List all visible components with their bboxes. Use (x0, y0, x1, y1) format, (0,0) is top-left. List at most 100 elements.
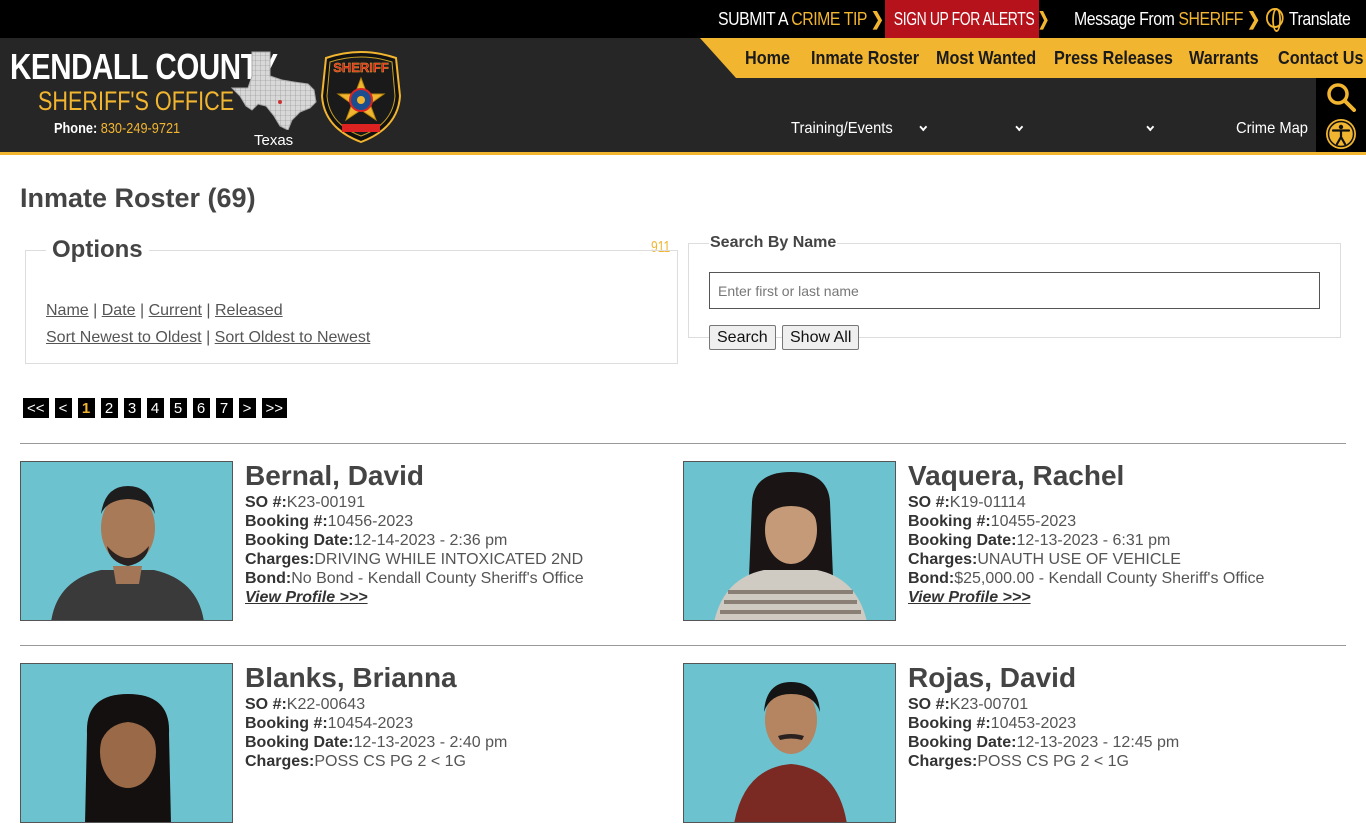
page-title: Inmate Roster (69) (20, 183, 256, 213)
bond-value: $25,000.00 - Kendall County Sheriff's Of… (954, 570, 1265, 587)
page-7[interactable]: 7 (214, 397, 234, 419)
sort-newest-link[interactable]: Sort Newest to Oldest (46, 329, 202, 346)
sort-by-links: Name | Date | Current | Released (46, 302, 283, 319)
nav-warrants[interactable]: Warrants (1189, 38, 1259, 78)
booking-date-value: 12-13-2023 - 6:31 pm (1016, 532, 1171, 549)
search-icon[interactable] (1326, 82, 1356, 112)
search-button[interactable]: Search (709, 325, 776, 350)
search-legend: Search By Name (710, 234, 837, 251)
nav-inmate-roster[interactable]: Inmate Roster (811, 38, 919, 78)
inmate-info: Vaquera, Rachel SO #:K19-01114 Booking #… (908, 461, 1348, 607)
chevron-right-icon: ❯ (870, 9, 884, 29)
filter-current-link[interactable]: Current (149, 302, 202, 319)
booking-date-value: 12-14-2023 - 2:36 pm (353, 532, 508, 549)
mugshot-photo[interactable] (683, 461, 896, 621)
options-panel: Options Name | Date | Current | Released… (25, 236, 678, 364)
view-profile-link[interactable]: View Profile >>> (245, 589, 368, 606)
nav-history[interactable]: History (915, 120, 957, 257)
page-2[interactable]: 2 (99, 397, 119, 419)
inmate-card: Bernal, David SO #:K23-00191 Booking #:1… (20, 461, 680, 631)
sheriff-badge-logo[interactable]: SHERIFF (318, 48, 404, 144)
page-first[interactable]: << (22, 397, 50, 419)
page-3[interactable]: 3 (122, 397, 142, 419)
brand-phone: Phone: 830-249-9721 (54, 120, 180, 137)
nav-most-wanted[interactable]: Most Wanted (936, 38, 1036, 78)
phone-number[interactable]: 830-249-9721 (101, 120, 180, 137)
booking-date-value: 12-13-2023 - 12:45 pm (1016, 734, 1180, 751)
booking-label: Booking #: (908, 513, 991, 530)
submit-crime-tip-link[interactable]: SUBMIT A CRIME TIP ❯ (718, 0, 884, 38)
booking-date-label: Booking Date: (908, 532, 1017, 549)
accessibility-icon[interactable] (1325, 118, 1357, 150)
so-label: SO #: (245, 696, 287, 713)
booking-value: 10453-2023 (990, 715, 1077, 732)
charges-label: Charges: (908, 753, 978, 770)
main-nav: Home Inmate Roster Most Wanted Press Rel… (700, 38, 1366, 78)
nav-contact-us[interactable]: Contact Us (1278, 38, 1364, 78)
booking-date-label: Booking Date: (908, 734, 1017, 751)
charges-label: Charges: (908, 551, 978, 568)
booking-value: 10456-2023 (327, 513, 414, 530)
options-legend: Options (52, 236, 143, 263)
chevron-right-icon: ❯ (1037, 9, 1050, 29)
nav-services[interactable]: Services (1142, 120, 1194, 257)
translate-label: Translate (1288, 9, 1351, 29)
nav-home[interactable]: Home (745, 38, 790, 78)
sort-name-link[interactable]: Name (46, 302, 89, 319)
page-4[interactable]: 4 (145, 397, 165, 419)
page-prev[interactable]: < (53, 397, 73, 419)
mugshot-photo[interactable] (20, 663, 233, 823)
sort-oldest-link[interactable]: Sort Oldest to Newest (215, 329, 371, 346)
chevron-down-icon (919, 122, 928, 132)
alerts-label: SIGN UP FOR ALERTS (893, 9, 1035, 29)
inmate-name[interactable]: Vaquera, Rachel (908, 461, 1348, 493)
inmate-card: Vaquera, Rachel SO #:K19-01114 Booking #… (683, 461, 1343, 631)
pagination: << < 1 2 3 4 5 6 7 > >> (22, 397, 289, 419)
translate-link[interactable]: Translate (1266, 0, 1351, 38)
page-5[interactable]: 5 (168, 397, 188, 419)
charges-value: UNAUTH USE OF VEHICLE (977, 551, 1181, 568)
view-profile-link[interactable]: View Profile >>> (908, 589, 1031, 606)
sort-date-link[interactable]: Date (102, 302, 136, 319)
globe-icon (1266, 8, 1284, 33)
booking-label: Booking #: (245, 513, 328, 530)
name-search-input[interactable] (709, 272, 1320, 309)
filter-released-link[interactable]: Released (215, 302, 283, 319)
show-all-button[interactable]: Show All (782, 325, 860, 350)
brand-subtitle: SHERIFF'S OFFICE (38, 86, 235, 116)
crime-tip-prefix: SUBMIT A (718, 9, 792, 29)
page-1[interactable]: 1 (76, 397, 96, 419)
chevron-down-icon (1146, 122, 1155, 132)
nav-press-releases[interactable]: Press Releases (1054, 38, 1173, 78)
charges-value: POSS CS PG 2 < 1G (314, 753, 466, 770)
message-highlight: SHERIFF (1178, 9, 1244, 29)
so-value: K22-00643 (286, 696, 366, 713)
nav-training-events[interactable]: Training/Events (791, 120, 893, 138)
search-panel: Search By Name Search Show All (688, 234, 1341, 350)
header-divider (0, 152, 1366, 155)
inmate-name[interactable]: Bernal, David (245, 461, 685, 493)
charges-label: Charges: (245, 551, 315, 568)
chevron-right-icon: ❯ (1246, 9, 1260, 29)
so-label: SO #: (245, 494, 287, 511)
mugshot-photo[interactable] (20, 461, 233, 621)
nav-departments[interactable]: Departments (1011, 120, 1089, 257)
booking-label: Booking #: (908, 715, 991, 732)
page-next[interactable]: > (237, 397, 257, 419)
inmate-name[interactable]: Blanks, Brianna (245, 663, 685, 695)
booking-value: 10454-2023 (327, 715, 414, 732)
chevron-down-icon (1015, 122, 1024, 132)
nav-crime-map[interactable]: Crime Map (1236, 120, 1308, 138)
divider (20, 645, 1346, 646)
mugshot-photo[interactable] (683, 663, 896, 823)
booking-date-label: Booking Date: (245, 734, 354, 751)
texas-label: Texas (254, 132, 294, 149)
booking-value: 10455-2023 (990, 513, 1077, 530)
sign-up-alerts-link[interactable]: SIGN UP FOR ALERTS ❯ (885, 0, 1049, 38)
inmate-name[interactable]: Rojas, David (908, 663, 1348, 695)
page-last[interactable]: >> (260, 397, 289, 419)
page-6[interactable]: 6 (191, 397, 211, 419)
bond-label: Bond: (245, 570, 292, 587)
message-from-sheriff-link[interactable]: Message From SHERIFF ❯ (1074, 0, 1260, 38)
bond-value: No Bond - Kendall County Sheriff's Offic… (291, 570, 584, 587)
